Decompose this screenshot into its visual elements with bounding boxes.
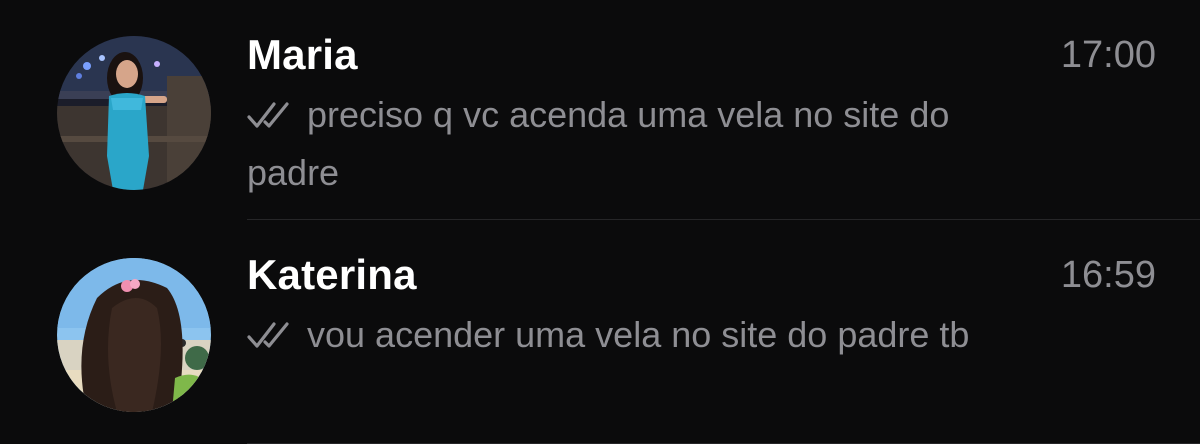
message-text: preciso q vc acenda uma vela no site do … (247, 94, 950, 193)
chat-row-katerina[interactable]: Katerina 16:59 vou acender uma vela no s… (0, 220, 1200, 440)
avatar[interactable] (57, 36, 211, 190)
message-text: vou acender uma vela no site do padre tb (307, 314, 970, 355)
double-check-icon (247, 100, 297, 130)
message-time: 17:00 (1060, 34, 1156, 76)
contact-name: Maria (247, 31, 358, 78)
message-preview: vou acender uma vela no site do padre tb (247, 306, 1047, 364)
chat-list: Maria 17:00 preciso q vc acenda uma vela… (0, 0, 1200, 444)
message-preview: preciso q vc acenda uma vela no site do … (247, 86, 1047, 202)
contact-name: Katerina (247, 251, 417, 298)
avatar-photo-katerina (57, 258, 211, 412)
avatar-photo-maria (57, 36, 211, 190)
avatar[interactable] (57, 258, 211, 412)
message-time: 16:59 (1060, 254, 1156, 296)
double-check-icon (247, 320, 297, 350)
chat-row-maria[interactable]: Maria 17:00 preciso q vc acenda uma vela… (0, 0, 1200, 220)
